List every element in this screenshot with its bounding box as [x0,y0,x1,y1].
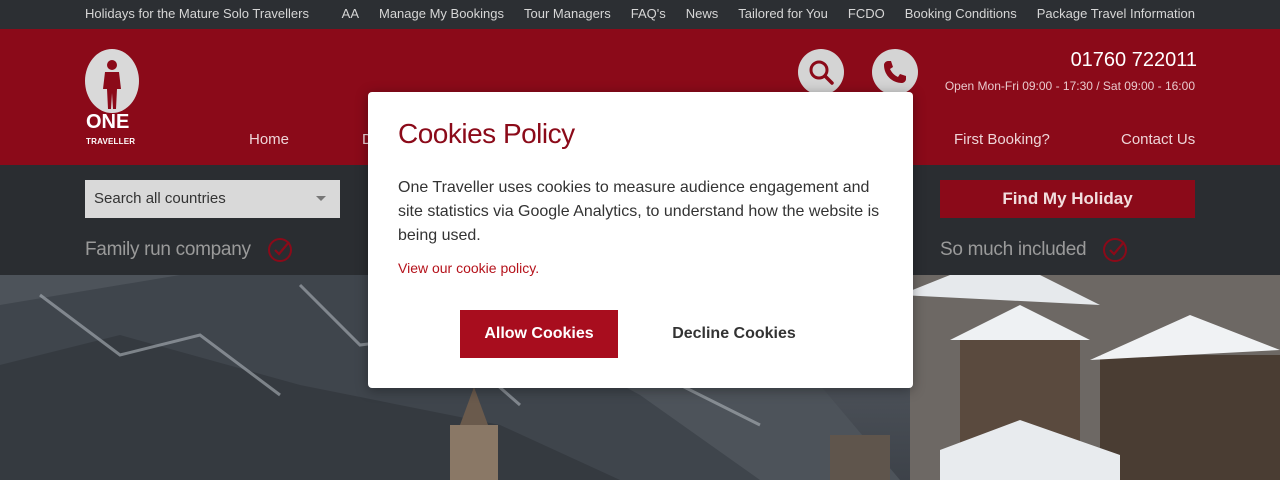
decline-cookies-button[interactable]: Decline Cookies [648,310,820,358]
modal-title: Cookies Policy [398,118,575,149]
modal-body: One Traveller uses cookies to measure au… [398,179,880,244]
cookie-modal: Cookies Policy One Traveller uses cookie… [368,92,913,388]
cookie-policy-link[interactable]: View our cookie policy. [398,260,539,276]
allow-cookies-button[interactable]: Allow Cookies [460,310,618,358]
